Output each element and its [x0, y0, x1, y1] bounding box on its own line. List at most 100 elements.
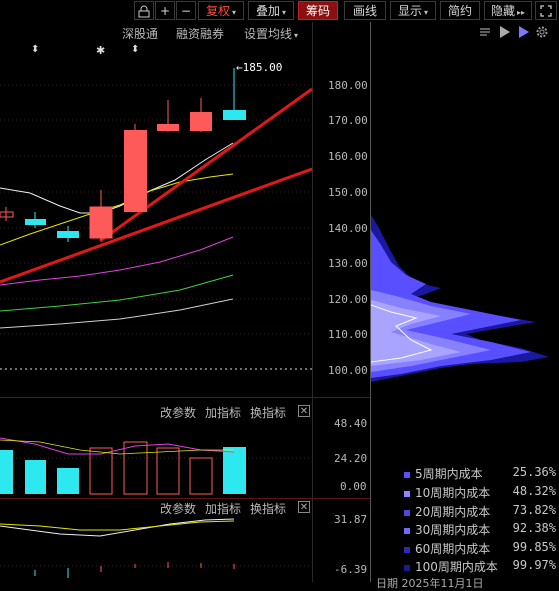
shenzhen-connect-link[interactable]: 深股通: [122, 27, 158, 41]
candle: [124, 130, 147, 212]
ma-settings-link[interactable]: 设置均线: [244, 27, 292, 41]
display-label: 显示: [397, 4, 422, 18]
simple-button[interactable]: 简约: [440, 1, 480, 20]
chevron-down-icon: ▾: [282, 8, 287, 17]
candle: [157, 124, 179, 131]
macd-chart[interactable]: [0, 516, 313, 582]
display-button[interactable]: 显示 ▾: [390, 1, 436, 20]
restore-rights-label: 复权: [205, 4, 230, 18]
overlay-label: 叠加: [255, 4, 280, 18]
legend-label: 30周期内成本: [415, 523, 491, 537]
candle: [57, 231, 79, 238]
legend-value: 25.36%: [512, 465, 556, 479]
legend-label: 20周期内成本: [415, 505, 491, 519]
candle: [25, 219, 46, 225]
chip-play-active-icon[interactable]: [517, 25, 531, 42]
volume-axis-label: 48.40: [334, 417, 368, 430]
chevron-down-icon: ▾: [232, 8, 237, 17]
legend-label: 60周期内成本: [415, 542, 491, 556]
legend-swatch: [404, 509, 410, 516]
macd-axis-label: 31.87: [334, 513, 368, 526]
simple-label: 简约: [447, 4, 472, 18]
draw-line-label: 画线: [352, 4, 377, 18]
minus-icon[interactable]: −: [176, 1, 196, 20]
fullscreen-icon[interactable]: [535, 1, 557, 20]
chip-menu-icon[interactable]: [479, 26, 491, 41]
candles: [0, 68, 246, 242]
high-price-marker: ←185.00: [236, 61, 283, 74]
legend-swatch: [404, 471, 410, 478]
volume-bar: [57, 468, 79, 494]
gear-icon[interactable]: [535, 25, 549, 42]
panel-separator: [0, 498, 370, 499]
candle: [89, 206, 113, 239]
volume-bar: [189, 457, 213, 495]
panel-separator: [0, 397, 370, 398]
chip-legend-row: 60周期内成本 99.85%: [404, 540, 556, 557]
hide-button[interactable]: 隐藏 ▸▸: [484, 1, 532, 20]
legend-value: 92.38%: [512, 521, 556, 535]
volume-ma-line: [0, 437, 235, 455]
trendline-lower: [0, 167, 313, 284]
macd-switch-indicator[interactable]: 换指标: [250, 500, 286, 517]
legend-value: 99.97%: [512, 558, 556, 572]
volume-bar: [25, 460, 46, 494]
chip-legend-row: 30周期内成本 92.38%: [404, 521, 556, 538]
candlestick-chart[interactable]: [0, 40, 313, 397]
chips-button[interactable]: 筹码: [298, 1, 338, 20]
candle: [190, 112, 212, 131]
lock-icon[interactable]: [134, 1, 154, 20]
overlay-button[interactable]: 叠加 ▾: [248, 1, 294, 20]
chip-play-icon[interactable]: [498, 25, 512, 42]
price-axis-label: 110.00: [328, 328, 368, 341]
price-axis-label: 100.00: [328, 364, 368, 377]
volume-bar: [223, 447, 246, 494]
volume-ma-line-2: [0, 439, 234, 455]
date-readout: 日期 2025年11月1日: [376, 577, 484, 590]
restore-rights-button[interactable]: 复权 ▾: [198, 1, 244, 20]
candle: [223, 110, 246, 120]
chart-toolbar: + − 复权 ▾ 叠加 ▾ 筹码 画线 显示 ▾ 简约 隐藏 ▸▸: [0, 0, 559, 22]
legend-label: 10周期内成本: [415, 486, 491, 500]
volume-axis-label: 0.00: [340, 480, 367, 493]
volume-add-indicator[interactable]: 加指标: [205, 404, 241, 421]
macd-add-indicator[interactable]: 加指标: [205, 500, 241, 517]
macd-axis-label: -6.39: [334, 563, 368, 576]
volume-chart[interactable]: [0, 420, 313, 498]
legend-value: 73.82%: [512, 503, 556, 517]
price-axis-label: 170.00: [328, 114, 368, 127]
legend-value: 48.32%: [512, 484, 556, 498]
chips-label: 筹码: [305, 4, 330, 18]
chevron-down-icon: ▾: [424, 8, 429, 17]
plus-icon[interactable]: +: [155, 1, 175, 20]
ma-line-white: [0, 142, 234, 214]
margin-trading-link[interactable]: 融资融券: [176, 27, 224, 41]
volume-bar: [0, 450, 13, 494]
volume-bar: [156, 447, 180, 495]
legend-value: 99.85%: [512, 540, 556, 554]
legend-swatch: [404, 564, 410, 571]
price-axis-label: 120.00: [328, 293, 368, 306]
chip-distribution-chart[interactable]: [371, 200, 559, 390]
chevron-down-icon: ▾: [294, 31, 299, 40]
volume-switch-indicator[interactable]: 换指标: [250, 404, 286, 421]
legend-swatch: [404, 546, 410, 553]
ma-line-magenta: [0, 236, 234, 286]
legend-label: 5周期内成本: [415, 467, 483, 481]
macd-close-icon[interactable]: ✕: [298, 501, 310, 513]
macd-dea-line: [0, 520, 235, 531]
macd-change-params[interactable]: 改参数: [160, 500, 196, 517]
ma-line-grey: [0, 298, 234, 329]
legend-swatch: [404, 490, 410, 497]
volume-bar: [123, 441, 148, 495]
volume-close-icon[interactable]: ✕: [298, 405, 310, 417]
volume-axis-label: 24.20: [334, 452, 368, 465]
chip-legend-row: 20周期内成本 73.82%: [404, 503, 556, 520]
chip-legend-row: 5周期内成本 25.36%: [404, 465, 556, 482]
draw-line-button[interactable]: 画线: [344, 1, 386, 20]
price-axis-label: 130.00: [328, 257, 368, 270]
volume-change-params[interactable]: 改参数: [160, 404, 196, 421]
price-axis-label: 180.00: [328, 79, 368, 92]
price-axis-label: 140.00: [328, 222, 368, 235]
double-chevron-right-icon: ▸▸: [516, 8, 526, 17]
